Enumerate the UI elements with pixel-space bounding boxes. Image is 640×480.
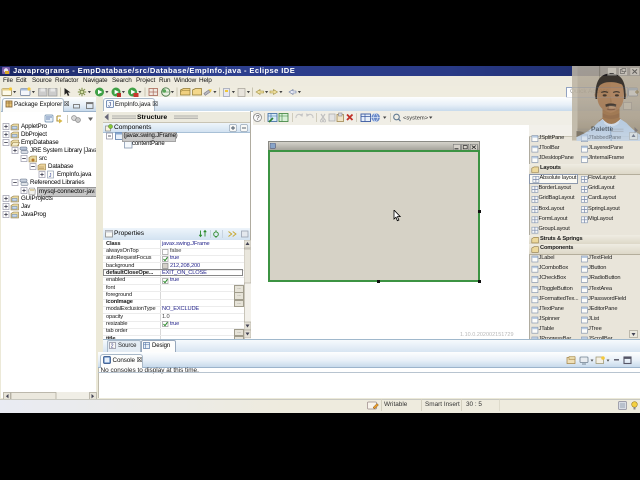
svg-text:<system>: <system> — [403, 116, 429, 122]
svg-text:?: ? — [255, 115, 259, 122]
svg-text:J: J — [108, 102, 111, 108]
svg-text:2: 2 — [111, 344, 114, 350]
